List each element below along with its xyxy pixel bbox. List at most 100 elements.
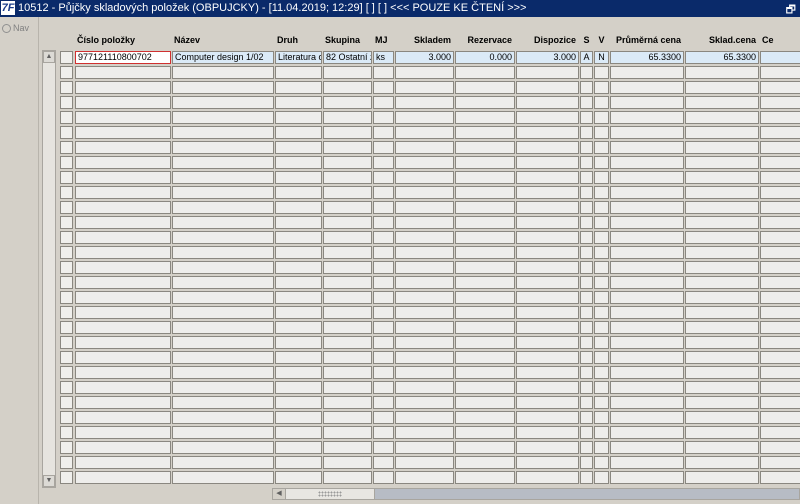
cell-dispozice[interactable] [516,426,579,439]
cell-rezervace[interactable]: 0.000 [455,51,515,64]
cell-ce[interactable] [760,201,800,214]
cell-dispozice[interactable] [516,471,579,484]
cell-cislo[interactable] [75,396,171,409]
cell-skladcena[interactable] [685,381,759,394]
cell-prumerna[interactable] [610,126,684,139]
cell-mj[interactable] [373,126,394,139]
cell-cislo[interactable] [75,441,171,454]
cell-nazev[interactable] [172,321,274,334]
cell-prumerna[interactable] [610,276,684,289]
cell-nazev[interactable] [172,96,274,109]
cell-dispozice[interactable] [516,381,579,394]
cell-skladem[interactable] [395,126,454,139]
cell-skupina[interactable] [323,96,372,109]
cell-skladem[interactable] [395,216,454,229]
cell-v[interactable] [594,366,609,379]
row-selector[interactable] [60,171,73,184]
cell-skladcena[interactable] [685,126,759,139]
cell-prumerna[interactable] [610,366,684,379]
cell-skladem[interactable] [395,396,454,409]
cell-s[interactable] [580,216,593,229]
cell-skupina[interactable] [323,81,372,94]
cell-skladcena[interactable] [685,441,759,454]
cell-skladem[interactable] [395,96,454,109]
cell-mj[interactable] [373,111,394,124]
cell-nazev[interactable] [172,216,274,229]
cell-dispozice[interactable] [516,441,579,454]
cell-cislo[interactable] [75,471,171,484]
cell-skladem[interactable]: 3.000 [395,51,454,64]
cell-druh[interactable] [275,276,322,289]
cell-prumerna[interactable] [610,471,684,484]
cell-skupina[interactable] [323,321,372,334]
cell-skupina[interactable] [323,141,372,154]
cell-skladem[interactable] [395,366,454,379]
cell-skladcena[interactable] [685,291,759,304]
cell-dispozice[interactable] [516,216,579,229]
cell-skladem[interactable] [395,291,454,304]
cell-cislo[interactable] [75,456,171,469]
cell-skladem[interactable] [395,141,454,154]
cell-s[interactable] [580,156,593,169]
cell-ce[interactable] [760,351,800,364]
row-selector[interactable] [60,246,73,259]
cell-ce[interactable] [760,171,800,184]
cell-dispozice[interactable] [516,261,579,274]
cell-skladcena[interactable] [685,216,759,229]
cell-rezervace[interactable] [455,291,515,304]
cell-nazev[interactable] [172,126,274,139]
cell-cislo[interactable] [75,216,171,229]
cell-prumerna[interactable] [610,216,684,229]
cell-skladem[interactable] [395,306,454,319]
cell-skladcena[interactable] [685,351,759,364]
cell-ce[interactable] [760,456,800,469]
cell-druh[interactable] [275,96,322,109]
cell-skupina[interactable] [323,201,372,214]
cell-dispozice[interactable]: 3.000 [516,51,579,64]
cell-ce[interactable] [760,66,800,79]
cell-skupina[interactable] [323,171,372,184]
cell-cislo[interactable]: 977121110800702 [75,51,171,64]
cell-dispozice[interactable] [516,156,579,169]
cell-cislo[interactable] [75,336,171,349]
cell-dispozice[interactable] [516,201,579,214]
cell-v[interactable] [594,456,609,469]
cell-v[interactable]: N [594,51,609,64]
cell-ce[interactable] [760,156,800,169]
cell-v[interactable] [594,381,609,394]
cell-skupina[interactable] [323,246,372,259]
cell-nazev[interactable] [172,426,274,439]
cell-mj[interactable] [373,171,394,184]
cell-druh[interactable] [275,456,322,469]
cell-v[interactable] [594,96,609,109]
cell-v[interactable] [594,201,609,214]
cell-skladem[interactable] [395,81,454,94]
cell-skladem[interactable] [395,186,454,199]
cell-rezervace[interactable] [455,321,515,334]
cell-ce[interactable] [760,231,800,244]
cell-rezervace[interactable] [455,366,515,379]
cell-nazev[interactable] [172,291,274,304]
cell-mj[interactable] [373,81,394,94]
cell-s[interactable] [580,441,593,454]
row-selector[interactable] [60,411,73,424]
cell-v[interactable] [594,276,609,289]
cell-v[interactable] [594,351,609,364]
cell-druh[interactable] [275,81,322,94]
cell-druh[interactable] [275,66,322,79]
cell-ce[interactable] [760,141,800,154]
cell-skladem[interactable] [395,351,454,364]
cell-rezervace[interactable] [455,411,515,424]
cell-skupina[interactable] [323,396,372,409]
cell-cislo[interactable] [75,111,171,124]
column-header-dispozice[interactable]: Dispozice [516,35,576,45]
cell-skladem[interactable] [395,321,454,334]
cell-cislo[interactable] [75,261,171,274]
cell-mj[interactable] [373,366,394,379]
cell-ce[interactable] [760,51,800,64]
cell-s[interactable] [580,321,593,334]
cell-skladcena[interactable] [685,396,759,409]
cell-skladem[interactable] [395,336,454,349]
cell-druh[interactable] [275,201,322,214]
cell-nazev[interactable] [172,111,274,124]
